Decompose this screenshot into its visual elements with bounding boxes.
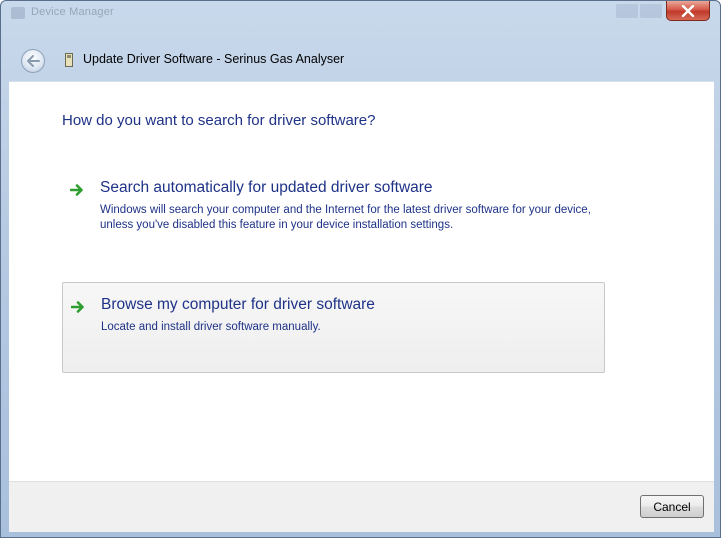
- close-button[interactable]: [666, 1, 710, 21]
- wizard-content: How do you want to search for driver sof…: [9, 81, 714, 482]
- dialog-window: Device Manager Update Driver Software - …: [0, 0, 721, 538]
- window-title: Device Manager: [31, 6, 114, 18]
- dialog-title: Update Driver Software - Serinus Gas Ana…: [83, 52, 345, 66]
- close-x-icon: [681, 4, 695, 17]
- dialog-footer: Cancel: [9, 481, 714, 532]
- option-title: Browse my computer for driver software: [101, 296, 375, 313]
- page-heading: How do you want to search for driver sof…: [62, 112, 376, 129]
- search-automatically-option[interactable]: Search automatically for updated driver …: [62, 178, 605, 264]
- green-arrow-icon: [70, 184, 83, 196]
- device-icon: [65, 53, 73, 67]
- option-description: Locate and install driver software manua…: [101, 321, 321, 333]
- title-bar[interactable]: Device Manager: [1, 1, 720, 27]
- back-arrow-icon: [27, 55, 40, 67]
- back-button[interactable]: [21, 49, 45, 73]
- green-arrow-icon: [71, 301, 84, 313]
- option-description: Windows will search your computer and th…: [100, 204, 591, 231]
- browse-computer-option[interactable]: Browse my computer for driver software L…: [62, 282, 605, 373]
- minimize-button-ghost: [616, 4, 638, 18]
- cancel-button[interactable]: Cancel: [640, 495, 704, 518]
- maximize-button-ghost: [640, 4, 662, 18]
- option-title: Search automatically for updated driver …: [100, 179, 433, 196]
- window-icon: [11, 7, 25, 19]
- dialog-header: Update Driver Software - Serinus Gas Ana…: [9, 41, 714, 81]
